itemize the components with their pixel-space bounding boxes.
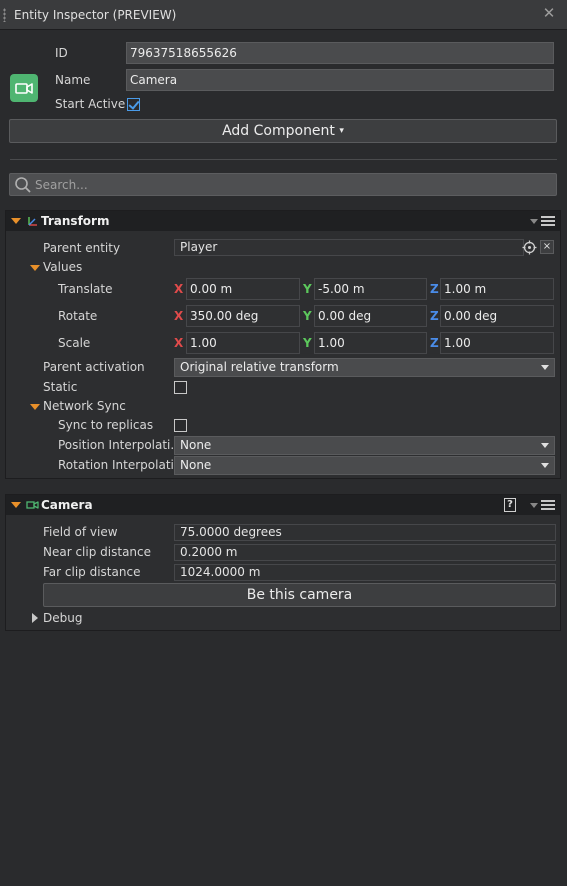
rotate-y-field[interactable]: 0.00 deg (314, 305, 427, 327)
parent-activation-value: Original relative transform (180, 360, 339, 374)
axis-x-label: X (174, 336, 184, 350)
sync-to-replicas-checkbox[interactable] (174, 419, 187, 432)
chevron-down-icon (541, 365, 549, 370)
add-component-button[interactable]: Add Component ▾ (9, 119, 557, 143)
fov-label: Field of view (43, 525, 118, 539)
far-clip-label: Far clip distance (43, 565, 141, 579)
axis-z-label: Z (430, 282, 439, 296)
rotation-interpolation-dropdown[interactable]: None (174, 456, 555, 475)
close-icon[interactable]: ✕ (541, 4, 557, 24)
near-clip-label: Near clip distance (43, 545, 152, 559)
parent-entity-field[interactable]: Player (174, 239, 524, 256)
component-menu-icon[interactable] (541, 216, 555, 226)
rotate-z-field[interactable]: 0.00 deg (440, 305, 554, 327)
network-sync-label: Network Sync (43, 399, 126, 413)
translate-y-field[interactable]: -5.00 m (314, 278, 427, 300)
name-field[interactable]: Camera (126, 69, 554, 91)
collapse-arrow-icon[interactable] (11, 218, 21, 224)
chevron-down-icon (541, 463, 549, 468)
rotate-x-field[interactable]: 350.00 deg (186, 305, 300, 327)
drag-grip-icon[interactable] (3, 8, 6, 22)
parent-activation-label: Parent activation (43, 360, 145, 374)
values-label: Values (43, 260, 83, 274)
search-icon (15, 177, 31, 193)
near-clip-field[interactable]: 0.2000 m (174, 544, 556, 561)
parent-entity-label: Parent entity (43, 241, 121, 255)
position-interpolation-dropdown[interactable]: None (174, 436, 555, 455)
help-icon[interactable]: ? (504, 498, 516, 512)
dropdown-arrow-icon: ▾ (339, 126, 344, 136)
camera-title: Camera (41, 498, 93, 512)
position-interpolation-label: Position Interpolati... (58, 438, 182, 452)
transform-header[interactable]: Transform (6, 211, 560, 231)
scale-x-field[interactable]: 1.00 (186, 332, 300, 354)
camera-component: Camera ? Field of view 75.0000 degrees N… (5, 494, 561, 631)
translate-label: Translate (58, 282, 113, 296)
id-field[interactable]: 79637518655626 (126, 42, 554, 64)
scale-y-field[interactable]: 1.00 (314, 332, 427, 354)
add-component-label: Add Component (222, 123, 335, 139)
translate-z-field[interactable]: 1.00 m (440, 278, 554, 300)
static-label: Static (43, 380, 78, 394)
far-clip-field[interactable]: 1024.0000 m (174, 564, 556, 581)
sync-to-replicas-label: Sync to replicas (58, 418, 154, 432)
axis-z-label: Z (430, 336, 439, 350)
id-label: ID (55, 46, 68, 60)
be-this-camera-button[interactable]: Be this camera (43, 583, 556, 607)
axis-y-label: Y (303, 336, 312, 350)
collapse-arrow-icon[interactable] (11, 502, 21, 508)
name-label: Name (55, 73, 91, 87)
rotation-interpolation-value: None (180, 458, 212, 472)
search-input[interactable]: Search... (9, 173, 557, 196)
position-interpolation-value: None (180, 438, 212, 452)
debug-expand-arrow-icon[interactable] (32, 613, 38, 623)
camera-header[interactable]: Camera ? (6, 495, 560, 515)
rotation-interpolation-label: Rotation Interpolati... (58, 458, 186, 472)
axis-x-label: X (174, 309, 184, 323)
debug-label[interactable]: Debug (43, 611, 82, 625)
network-sync-collapse-arrow-icon[interactable] (30, 404, 40, 410)
axis-x-label: X (174, 282, 184, 296)
component-menu-arrow-icon[interactable] (530, 503, 538, 508)
scale-label: Scale (58, 336, 91, 350)
title-bar: Entity Inspector (PREVIEW) ✕ (0, 0, 567, 30)
transform-axes-icon (28, 217, 37, 226)
camera-icon (26, 501, 39, 509)
clear-parent-icon[interactable]: × (540, 240, 554, 254)
search-placeholder: Search... (35, 178, 88, 192)
component-menu-icon[interactable] (541, 500, 555, 510)
transform-title: Transform (41, 214, 110, 228)
component-menu-arrow-icon[interactable] (530, 219, 538, 224)
static-checkbox[interactable] (174, 381, 187, 394)
transform-component: Transform Parent entity Player × Values … (5, 210, 561, 479)
start-active-label: Start Active (55, 97, 126, 111)
axis-z-label: Z (430, 309, 439, 323)
chevron-down-icon (541, 443, 549, 448)
axis-y-label: Y (303, 282, 312, 296)
rotate-label: Rotate (58, 309, 98, 323)
divider (10, 159, 557, 160)
window-title: Entity Inspector (PREVIEW) (14, 8, 177, 22)
scale-z-field[interactable]: 1.00 (440, 332, 554, 354)
values-collapse-arrow-icon[interactable] (30, 265, 40, 271)
target-picker-icon[interactable] (522, 240, 537, 255)
fov-field[interactable]: 75.0000 degrees (174, 524, 556, 541)
start-active-checkbox[interactable] (127, 98, 140, 111)
parent-activation-dropdown[interactable]: Original relative transform (174, 358, 555, 377)
translate-x-field[interactable]: 0.00 m (186, 278, 300, 300)
camera-icon (10, 74, 38, 102)
axis-y-label: Y (303, 309, 312, 323)
